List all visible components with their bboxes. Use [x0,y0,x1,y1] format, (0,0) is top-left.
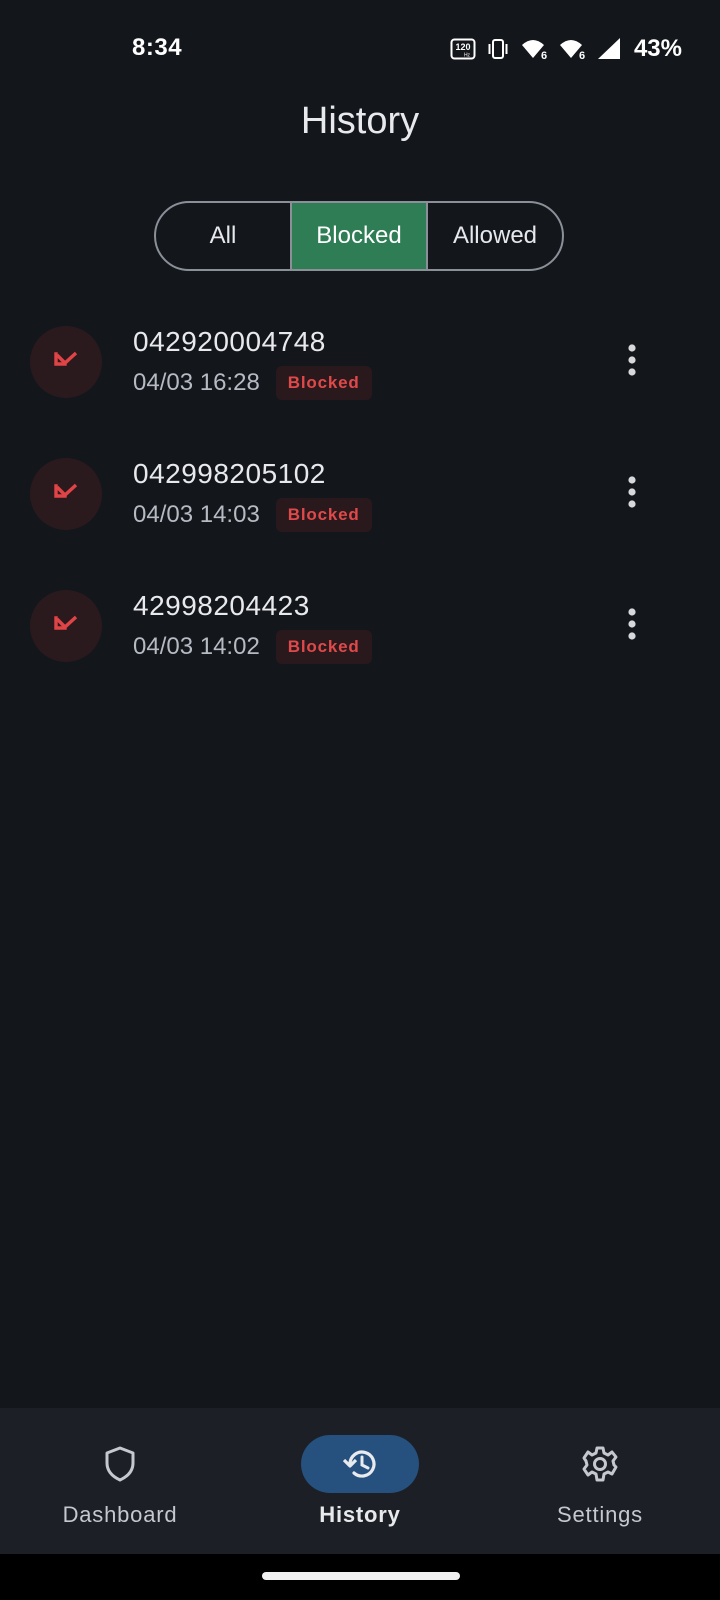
shield-icon [105,1446,135,1482]
more-options-button[interactable] [608,336,656,384]
gesture-area [0,1554,720,1600]
status-icons: 120 Hz 6 6 43% [450,34,682,64]
phone-number: 042920004748 [133,326,326,357]
timestamp: 04/03 14:02 [133,633,260,660]
meta-row: 04/03 16:28 Blocked [133,366,372,400]
list-item[interactable]: 042920004748 04/03 16:28 Blocked [0,316,720,448]
nav-item-dashboard[interactable]: Dashboard [0,1408,240,1554]
meta-row: 04/03 14:03 Blocked [133,498,372,532]
status-badge: Blocked [275,498,372,532]
status-bar: 8:34 120 Hz 6 6 43% [0,0,720,100]
history-icon [342,1450,376,1478]
svg-text:Hz: Hz [464,53,471,59]
filter-tab-blocked[interactable]: Blocked [290,203,426,269]
gear-icon [582,1446,618,1482]
wifi-6-icon: 6 [520,37,548,61]
call-blocked-icon [30,326,102,398]
nav-item-settings[interactable]: Settings [480,1408,720,1554]
list-item[interactable]: 42998204423 04/03 14:02 Blocked [0,580,720,712]
nav-label: Dashboard [62,1502,178,1527]
nav-pill [61,1435,179,1493]
nav-label: Settings [557,1502,643,1527]
call-blocked-icon [30,458,102,530]
page-title: History [300,100,420,142]
more-options-button[interactable] [608,600,656,648]
filter-tab-all[interactable]: All [156,203,290,269]
nav-label: History [319,1502,401,1527]
screen: 8:34 120 Hz 6 6 43% History All Blocked … [0,0,720,1600]
timestamp: 04/03 16:28 [133,369,260,396]
more-options-button[interactable] [608,468,656,516]
refresh-rate-120hz-icon: 120 Hz [450,38,476,60]
vibrate-icon [486,38,510,60]
cell-signal-icon [596,37,622,61]
timestamp: 04/03 14:03 [133,501,260,528]
gesture-handle[interactable] [262,1572,460,1580]
more-vert-icon [628,476,636,508]
nav-pill [541,1435,659,1493]
svg-text:6: 6 [579,50,585,61]
more-vert-icon [628,344,636,376]
wifi-6-icon: 6 [558,37,586,61]
filter-segmented-control: All Blocked Allowed [154,201,564,271]
call-blocked-icon [30,590,102,662]
phone-number: 42998204423 [133,590,310,621]
meta-row: 04/03 14:02 Blocked [133,630,372,664]
battery-percent: 43% [633,35,682,62]
phone-number: 042998205102 [133,458,326,489]
status-badge: Blocked [275,366,372,400]
status-badge: Blocked [275,630,372,664]
status-time: 8:34 [132,34,183,61]
more-vert-icon [628,608,636,640]
list-item[interactable]: 042998205102 04/03 14:03 Blocked [0,448,720,580]
bottom-navigation: Dashboard History Settings [0,1408,720,1554]
nav-pill [301,1435,419,1493]
svg-text:120: 120 [455,42,470,52]
filter-tab-allowed[interactable]: Allowed [426,203,562,269]
nav-item-history[interactable]: History [240,1408,480,1554]
history-list: 042920004748 04/03 16:28 Blocked 0429982… [0,316,720,712]
svg-text:6: 6 [541,50,547,61]
